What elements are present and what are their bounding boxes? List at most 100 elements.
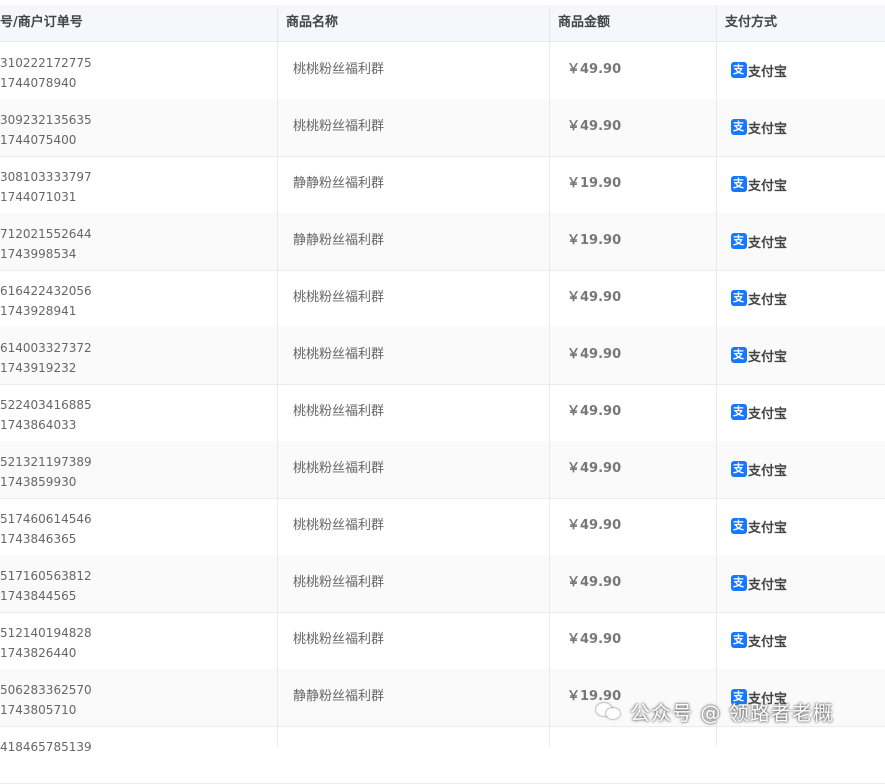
product-name-cell: 桃桃粉丝福利群 <box>293 441 384 497</box>
table-row[interactable]: 3081033337971744071031 静静粉丝福利群 ￥19.90 支支付宝 <box>0 156 885 214</box>
order-number-cell: 6164224320561743928941 <box>0 281 92 321</box>
product-name-cell: 桃桃粉丝福利群 <box>293 555 384 611</box>
payment-method-label: 支付宝 <box>748 175 787 194</box>
amount-cell: ￥49.90 <box>567 384 621 440</box>
platform-order-number: 310222172775 <box>0 53 92 73</box>
alipay-icon: 支 <box>731 233 747 249</box>
product-name-cell: 桃桃粉丝福利群 <box>293 270 384 326</box>
order-number-cell: 418465785139 <box>0 737 92 777</box>
table-row[interactable]: 3092321356351744075400桃桃粉丝福利群￥49.90支支付宝 <box>0 99 885 157</box>
order-number-cell: 7120215526441743998534 <box>0 224 92 264</box>
payment-method-label: 支付宝 <box>748 403 787 422</box>
table-row[interactable]: 5174606145461743846365 桃桃粉丝福利群 ￥49.90 支支付宝 <box>0 498 885 556</box>
alipay-icon: 支 <box>731 119 747 135</box>
alipay-icon: 支 <box>731 461 747 477</box>
merchant-order-number: 1743826440 <box>0 643 92 663</box>
payment-method-label: 支付宝 <box>748 61 787 80</box>
payment-method-label: 支付宝 <box>748 574 787 593</box>
payment-method-cell: 支支付宝 <box>731 384 787 440</box>
payment-method-cell: 支支付宝 <box>731 498 787 554</box>
order-number-cell: 3102221727751744078940 <box>0 53 92 93</box>
payment-method-label: 支付宝 <box>748 232 787 251</box>
alipay-icon: 支 <box>731 347 747 363</box>
platform-order-number: 712021552644 <box>0 224 92 244</box>
payment-method-cell: 支支付宝 <box>731 42 787 98</box>
payment-method-label: 支付宝 <box>748 631 787 650</box>
column-divider <box>549 5 550 746</box>
alipay-icon: 支 <box>731 176 747 192</box>
product-name-cell: 静静粉丝福利群 <box>293 669 384 725</box>
column-header-order-number: 号/商户订单号 <box>0 5 83 41</box>
payment-method-label: 支付宝 <box>748 118 787 137</box>
table-row[interactable]: 6140033273721743919232桃桃粉丝福利群￥49.90支支付宝 <box>0 327 885 385</box>
merchant-order-number: 1743844565 <box>0 586 92 606</box>
platform-order-number: 309232135635 <box>0 110 92 130</box>
payment-method-label: 支付宝 <box>748 289 787 308</box>
product-name-cell: 桃桃粉丝福利群 <box>293 384 384 440</box>
column-header-payment-method: 支付方式 <box>725 5 777 41</box>
alipay-icon: 支 <box>731 62 747 78</box>
merchant-order-number: 1743998534 <box>0 244 92 264</box>
merchant-order-number: 1743846365 <box>0 529 92 549</box>
amount-cell: ￥49.90 <box>567 555 621 611</box>
order-number-cell: 5062833625701743805710 <box>0 680 92 720</box>
merchant-order-number: 1744078940 <box>0 73 92 93</box>
payment-method-label: 支付宝 <box>748 517 787 536</box>
platform-order-number: 517460614546 <box>0 509 92 529</box>
alipay-icon: 支 <box>731 404 747 420</box>
table-row[interactable]: 5224034168851743864033 桃桃粉丝福利群 ￥49.90 支支付宝 <box>0 384 885 442</box>
product-name-cell: 桃桃粉丝福利群 <box>293 99 384 155</box>
table-row[interactable]: 5171605638121743844565 桃桃粉丝福利群 ￥49.90 支支付宝 <box>0 555 885 613</box>
product-name-cell: 桃桃粉丝福利群 <box>293 42 384 98</box>
platform-order-number: 616422432056 <box>0 281 92 301</box>
table-row[interactable]: 5121401948281743826440桃桃粉丝福利群￥49.90支支付宝 <box>0 612 885 670</box>
table-row[interactable]: 418465785139 <box>0 726 885 784</box>
merchant-order-number <box>0 757 92 777</box>
alipay-icon: 支 <box>731 632 747 648</box>
platform-order-number: 308103333797 <box>0 167 92 187</box>
merchant-order-number: 1743928941 <box>0 301 92 321</box>
table-row[interactable]: 5213211973891743859930桃桃粉丝福利群￥49.90支支付宝 <box>0 441 885 499</box>
payment-method-cell: 支支付宝 <box>731 441 787 497</box>
order-number-cell: 3081033337971744071031 <box>0 167 92 207</box>
payment-method-cell: 支支付宝 <box>731 555 787 611</box>
watermark-text: 公众号 @ 领路者老概 <box>630 697 834 726</box>
product-name-cell: 桃桃粉丝福利群 <box>293 327 384 383</box>
platform-order-number: 521321197389 <box>0 452 92 472</box>
merchant-order-number: 1743805710 <box>0 700 92 720</box>
amount-cell: ￥49.90 <box>567 498 621 554</box>
table-row[interactable]: 7120215526441743998534静静粉丝福利群￥19.90支支付宝 <box>0 213 885 271</box>
order-number-cell: 5224034168851743864033 <box>0 395 92 435</box>
wechat-icon <box>596 701 622 721</box>
payment-method-cell: 支支付宝 <box>731 213 787 269</box>
payment-method-cell: 支支付宝 <box>731 270 787 326</box>
table-row[interactable]: 3102221727751744078940 桃桃粉丝福利群 ￥49.90 支支付宝 <box>0 42 885 100</box>
column-header-product-name: 商品名称 <box>286 5 338 41</box>
table-row[interactable]: 6164224320561743928941 桃桃粉丝福利群 ￥49.90 支支付宝 <box>0 270 885 328</box>
payment-method-cell: 支支付宝 <box>731 612 787 668</box>
order-number-cell: 6140033273721743919232 <box>0 338 92 378</box>
merchant-order-number: 1743919232 <box>0 358 92 378</box>
product-name-cell: 静静粉丝福利群 <box>293 156 384 212</box>
table-header: 号/商户订单号 商品名称 商品金额 支付方式 <box>0 5 885 42</box>
payment-method-label: 支付宝 <box>748 346 787 365</box>
alipay-icon: 支 <box>731 518 747 534</box>
alipay-icon: 支 <box>731 575 747 591</box>
payment-method-cell: 支支付宝 <box>731 327 787 383</box>
amount-cell: ￥49.90 <box>567 270 621 326</box>
order-number-cell: 5121401948281743826440 <box>0 623 92 663</box>
column-header-amount: 商品金额 <box>558 5 610 41</box>
payment-method-cell: 支支付宝 <box>731 156 787 212</box>
merchant-order-number: 1743864033 <box>0 415 92 435</box>
product-name-cell: 桃桃粉丝福利群 <box>293 498 384 554</box>
platform-order-number: 418465785139 <box>0 737 92 757</box>
amount-cell: ￥49.90 <box>567 612 621 668</box>
column-divider <box>716 5 717 746</box>
amount-cell: ￥19.90 <box>567 156 621 212</box>
amount-cell: ￥49.90 <box>567 441 621 497</box>
platform-order-number: 614003327372 <box>0 338 92 358</box>
payment-method-label: 支付宝 <box>748 460 787 479</box>
payment-method-cell: 支支付宝 <box>731 99 787 155</box>
amount-cell: ￥49.90 <box>567 42 621 98</box>
order-number-cell: 5171605638121743844565 <box>0 566 92 606</box>
